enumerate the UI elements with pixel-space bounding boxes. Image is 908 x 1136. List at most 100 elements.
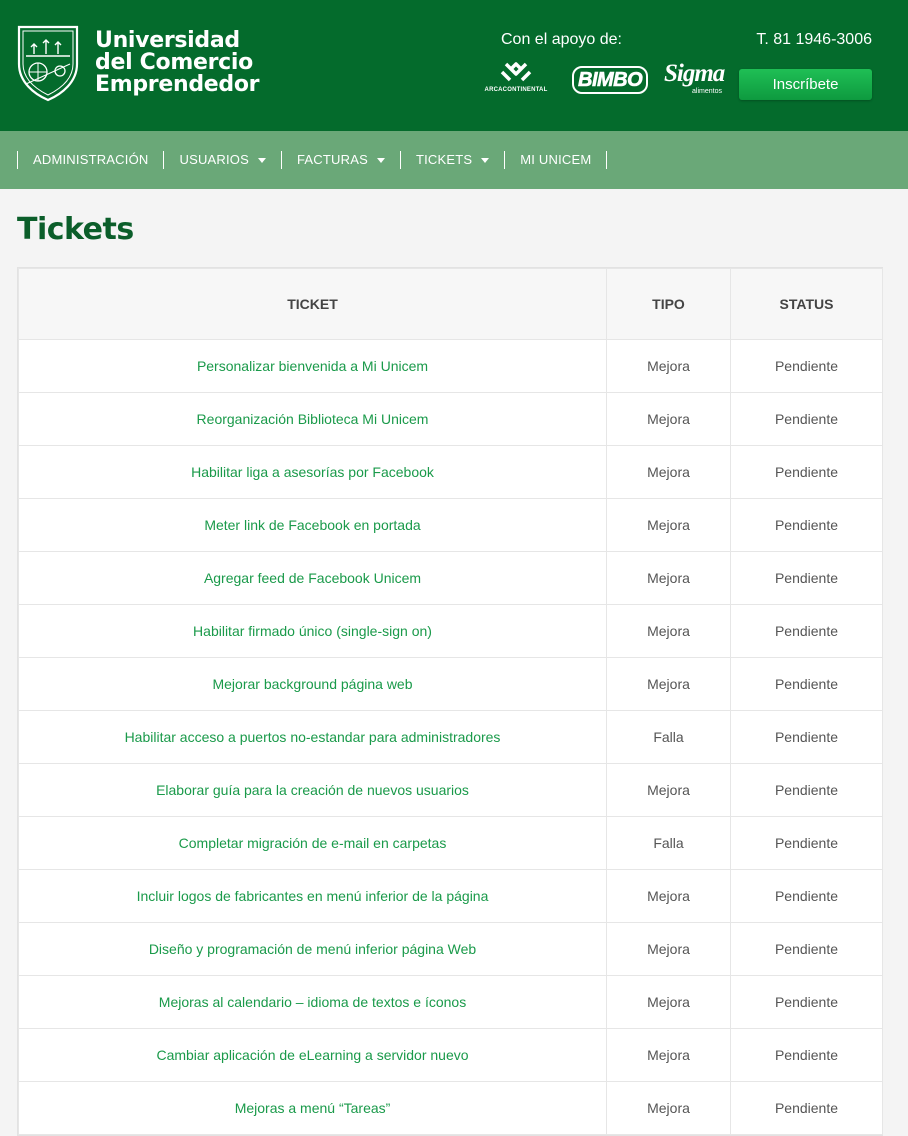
nav-item-label: USUARIOS xyxy=(179,152,249,167)
tipo-cell: Mejora xyxy=(606,392,731,446)
ticket-cell: Cambiar aplicación de eLearning a servid… xyxy=(18,1028,607,1082)
tipo-cell: Falla xyxy=(606,710,731,764)
status-cell: Pendiente xyxy=(730,445,883,499)
tipo-cell: Falla xyxy=(606,816,731,870)
ticket-cell: Diseño y programación de menú inferior p… xyxy=(18,922,607,976)
main-nav: ADMINISTRACIÓN USUARIOS FACTURAS TICKETS… xyxy=(0,131,908,189)
page-title: Tickets xyxy=(17,212,134,247)
arca-logo-text: ARCACONTINENTAL xyxy=(484,87,548,93)
ticket-cell: Mejoras a menú “Tareas” xyxy=(18,1081,607,1135)
status-cell: Pendiente xyxy=(730,975,883,1029)
status-cell: Pendiente xyxy=(730,922,883,976)
ticket-link[interactable]: Elaborar guía para la creación de nuevos… xyxy=(156,782,469,798)
column-header-status: STATUS xyxy=(730,268,883,340)
chevron-down-icon xyxy=(376,157,385,163)
university-logo-text[interactable]: Universidad del Comercio Emprendedor xyxy=(95,30,260,97)
chevron-down-icon xyxy=(258,157,266,163)
status-cell: Pendiente xyxy=(730,1081,883,1135)
status-cell: Pendiente xyxy=(730,657,883,711)
nav-item-label: MI UNICEM xyxy=(520,152,592,167)
site-header: Universidad del Comercio Emprendedor Con… xyxy=(0,0,908,131)
table-row: Meter link de Facebook en portada Mejora… xyxy=(18,498,883,552)
inscribete-button[interactable]: Inscríbete xyxy=(739,69,872,100)
ticket-cell: Incluir logos de fabricantes en menú inf… xyxy=(18,869,607,923)
ticket-cell: Meter link de Facebook en portada xyxy=(18,498,607,552)
ticket-cell: Habilitar liga a asesorías por Facebook xyxy=(18,445,607,499)
ticket-link[interactable]: Agregar feed de Facebook Unicem xyxy=(204,570,421,586)
ticket-cell: Elaborar guía para la creación de nuevos… xyxy=(18,763,607,817)
status-cell: Pendiente xyxy=(730,551,883,605)
sponsor-arca-logo: ARCACONTINENTAL xyxy=(476,60,556,96)
ticket-cell: Mejorar background página web xyxy=(18,657,607,711)
ticket-link[interactable]: Incluir logos de fabricantes en menú inf… xyxy=(137,888,489,904)
ticket-link[interactable]: Mejorar background página web xyxy=(212,676,412,692)
tipo-cell: Mejora xyxy=(606,498,731,552)
table-row: Personalizar bienvenida a Mi Unicem Mejo… xyxy=(18,339,883,393)
ticket-cell: Reorganización Biblioteca Mi Unicem xyxy=(18,392,607,446)
ticket-cell: Habilitar acceso a puertos no-estandar p… xyxy=(18,710,607,764)
sponsor-sigma-logo: Sigma xyxy=(664,60,725,87)
tickets-table: TICKET TIPO STATUS Personalizar bienveni… xyxy=(17,267,883,1136)
table-row: Cambiar aplicación de eLearning a servid… xyxy=(18,1028,883,1082)
logo-line-3: Emprendedor xyxy=(95,72,260,97)
nav-item-facturas[interactable]: FACTURAS xyxy=(281,151,400,169)
ticket-cell: Agregar feed de Facebook Unicem xyxy=(18,551,607,605)
ticket-link[interactable]: Personalizar bienvenida a Mi Unicem xyxy=(197,358,428,374)
chevron-down-icon xyxy=(481,157,490,163)
status-cell: Pendiente xyxy=(730,763,883,817)
ticket-link[interactable]: Habilitar liga a asesorías por Facebook xyxy=(191,464,434,480)
table-row: Completar migración de e-mail en carpeta… xyxy=(18,816,883,870)
table-row: Habilitar acceso a puertos no-estandar p… xyxy=(18,710,883,764)
status-cell: Pendiente xyxy=(730,816,883,870)
status-cell: Pendiente xyxy=(730,392,883,446)
nav-item-administracion[interactable]: ADMINISTRACIÓN xyxy=(17,151,163,169)
ticket-link[interactable]: Completar migración de e-mail en carpeta… xyxy=(179,835,447,851)
nav-item-mi-unicem[interactable]: MI UNICEM xyxy=(504,151,608,169)
ticket-link[interactable]: Meter link de Facebook en portada xyxy=(204,517,420,533)
tipo-cell: Mejora xyxy=(606,1028,731,1082)
status-cell: Pendiente xyxy=(730,1028,883,1082)
tipo-cell: Mejora xyxy=(606,445,731,499)
nav-item-label: FACTURAS xyxy=(297,152,368,167)
arca-logo-icon xyxy=(500,62,532,82)
table-row: Mejorar background página web Mejora Pen… xyxy=(18,657,883,711)
nav-item-usuarios[interactable]: USUARIOS xyxy=(163,151,281,169)
ticket-link[interactable]: Diseño y programación de menú inferior p… xyxy=(149,941,476,957)
ticket-cell: Completar migración de e-mail en carpeta… xyxy=(18,816,607,870)
university-crest-icon[interactable] xyxy=(16,24,80,102)
ticket-cell: Personalizar bienvenida a Mi Unicem xyxy=(18,339,607,393)
table-header-row: TICKET TIPO STATUS xyxy=(18,268,883,340)
tipo-cell: Mejora xyxy=(606,604,731,658)
ticket-link[interactable]: Mejoras a menú “Tareas” xyxy=(235,1100,391,1116)
nav-item-label: ADMINISTRACIÓN xyxy=(33,152,149,167)
tipo-cell: Mejora xyxy=(606,551,731,605)
table-row: Agregar feed de Facebook Unicem Mejora P… xyxy=(18,551,883,605)
logo-line-2: del Comercio xyxy=(95,50,253,75)
ticket-link[interactable]: Habilitar acceso a puertos no-estandar p… xyxy=(125,729,501,745)
table-row: Habilitar liga a asesorías por Facebook … xyxy=(18,445,883,499)
tipo-cell: Mejora xyxy=(606,922,731,976)
table-row: Reorganización Biblioteca Mi Unicem Mejo… xyxy=(18,392,883,446)
column-header-ticket: TICKET xyxy=(18,268,607,340)
support-label: Con el apoyo de: xyxy=(501,31,622,48)
ticket-cell: Mejoras al calendario – idioma de textos… xyxy=(18,975,607,1029)
status-cell: Pendiente xyxy=(730,710,883,764)
phone-number: T. 81 1946-3006 xyxy=(756,31,872,48)
ticket-link[interactable]: Reorganización Biblioteca Mi Unicem xyxy=(197,411,429,427)
table-row: Habilitar firmado único (single-sign on)… xyxy=(18,604,883,658)
status-cell: Pendiente xyxy=(730,498,883,552)
tipo-cell: Mejora xyxy=(606,763,731,817)
table-row: Mejoras al calendario – idioma de textos… xyxy=(18,975,883,1029)
ticket-link[interactable]: Mejoras al calendario – idioma de textos… xyxy=(159,994,466,1010)
ticket-cell: Habilitar firmado único (single-sign on) xyxy=(18,604,607,658)
ticket-link[interactable]: Habilitar firmado único (single-sign on) xyxy=(193,623,432,639)
nav-item-label: TICKETS xyxy=(415,152,473,167)
nav-item-tickets[interactable]: TICKETS xyxy=(399,151,504,169)
sponsor-bimbo-logo: BIMBO xyxy=(572,66,649,94)
tipo-cell: Mejora xyxy=(606,657,731,711)
tipo-cell: Mejora xyxy=(606,339,731,393)
ticket-link[interactable]: Cambiar aplicación de eLearning a servid… xyxy=(156,1047,468,1063)
status-cell: Pendiente xyxy=(730,339,883,393)
table-row: Elaborar guía para la creación de nuevos… xyxy=(18,763,883,817)
status-cell: Pendiente xyxy=(730,604,883,658)
